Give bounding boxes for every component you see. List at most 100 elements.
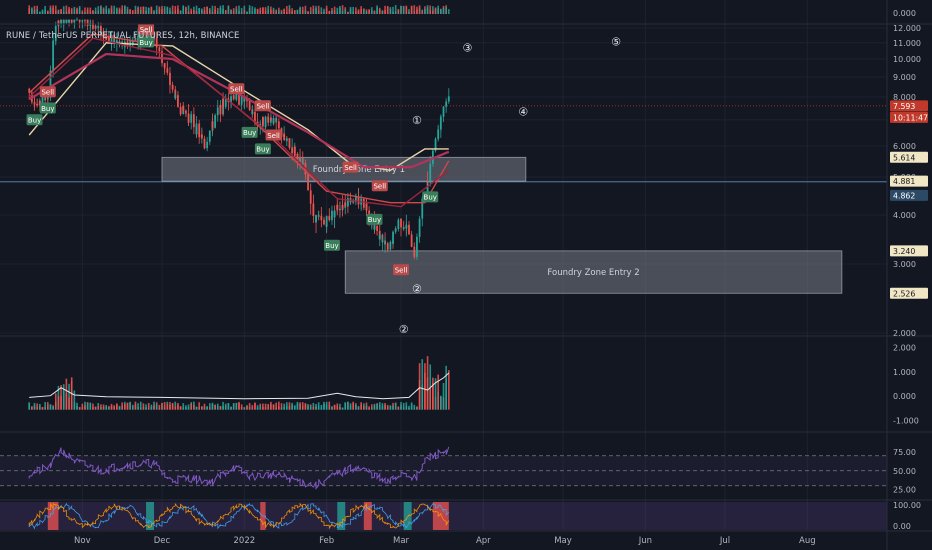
buy-signal-label: Buy xyxy=(26,114,43,126)
axis-tick-label: 12.000 xyxy=(893,24,921,33)
volume-bar xyxy=(230,406,232,410)
mini-bar xyxy=(352,6,355,14)
candle-body xyxy=(333,210,336,218)
mini-bar xyxy=(424,9,426,14)
candle-body xyxy=(346,198,349,207)
volume-bar xyxy=(352,401,355,410)
candle-body xyxy=(97,26,100,28)
candle-body xyxy=(429,163,432,180)
mini-bar xyxy=(301,6,304,14)
candle-body xyxy=(336,204,339,210)
mini-bar xyxy=(413,5,416,14)
volume-bar xyxy=(426,377,429,410)
candle-body xyxy=(283,133,286,141)
mini-bar xyxy=(251,10,254,14)
candle-body xyxy=(426,181,429,183)
candle-body xyxy=(352,201,355,203)
volume-bar xyxy=(416,407,418,410)
volume-bar xyxy=(118,405,121,410)
mini-bar xyxy=(248,5,251,14)
mini-bar xyxy=(336,11,339,14)
trading-chart[interactable]: Foundry Zone Entry 1Foundry Zone Entry 2… xyxy=(0,0,932,550)
mini-bar xyxy=(116,8,118,14)
axis-tick-label: 0.00 xyxy=(893,522,911,531)
wave-count-label: ③ xyxy=(462,42,472,55)
mini-bar xyxy=(360,6,362,14)
candle-body xyxy=(203,143,206,149)
volume-bar xyxy=(33,402,36,410)
volume-bar xyxy=(57,395,60,410)
volume-bar xyxy=(89,402,92,410)
signal-text: Sell xyxy=(41,89,54,97)
mini-bar xyxy=(232,8,235,14)
volume-bar xyxy=(251,405,254,410)
mini-bar xyxy=(315,8,317,14)
volume-bar xyxy=(246,406,248,410)
axis-tick-label: 0.000 xyxy=(893,392,916,401)
volume-bar xyxy=(78,406,81,410)
mini-bar xyxy=(381,10,384,14)
mini-bar xyxy=(344,9,347,14)
mini-bar xyxy=(286,11,288,14)
mini-bar xyxy=(216,11,219,14)
candle-body xyxy=(447,96,450,102)
volume-bar xyxy=(179,406,182,410)
mini-bar xyxy=(31,7,33,14)
mini-bar xyxy=(158,6,161,14)
candle-body xyxy=(243,98,246,102)
candle-body xyxy=(60,19,62,21)
volume-bar xyxy=(248,403,251,410)
volume-bar xyxy=(52,406,54,410)
volume-bars xyxy=(28,356,450,410)
candle-body xyxy=(78,20,81,22)
candle-body xyxy=(248,108,251,110)
mini-bar xyxy=(102,8,105,14)
volume-bar xyxy=(336,403,339,410)
x-axis-tick-label: Mar xyxy=(393,536,410,546)
buy-signal-label: Buy xyxy=(422,191,439,203)
volume-bar xyxy=(147,402,150,410)
mini-bar xyxy=(219,5,222,15)
candle-body xyxy=(373,225,376,230)
volume-bar xyxy=(421,359,424,410)
mini-bar xyxy=(437,5,439,14)
candle-body xyxy=(190,114,193,116)
volume-bar xyxy=(195,407,198,410)
volume-bar xyxy=(49,404,52,410)
volume-bar xyxy=(301,402,304,410)
volume-bar xyxy=(124,403,126,410)
mini-bar xyxy=(370,7,373,14)
mini-bar xyxy=(97,6,100,14)
candle-body xyxy=(222,98,224,107)
candle-body xyxy=(208,130,211,137)
price-badge: 4.862 xyxy=(890,189,928,201)
signal-text: Sell xyxy=(267,132,280,140)
volume-bar xyxy=(288,405,291,410)
candle-body xyxy=(394,228,397,230)
mini-bar xyxy=(280,11,283,14)
mini-bar xyxy=(155,5,158,14)
mini-bar xyxy=(68,6,70,14)
mini-bar xyxy=(81,10,84,14)
mini-bar xyxy=(193,9,195,14)
mini-bar xyxy=(70,7,73,14)
mini-bar xyxy=(89,10,92,14)
volume-bar xyxy=(296,401,299,410)
volume-bar xyxy=(28,402,31,410)
candle-body xyxy=(312,204,315,217)
candle-body xyxy=(384,243,386,245)
sell-signal-label: Sell xyxy=(265,129,282,141)
candle-body xyxy=(293,146,296,156)
candle-body xyxy=(169,81,171,85)
volume-bar xyxy=(158,404,161,410)
sell-signal-label: Sell xyxy=(228,83,245,95)
mini-bar xyxy=(203,10,206,14)
volume-bar xyxy=(357,405,360,410)
volume-bar xyxy=(163,402,166,410)
mini-bar xyxy=(39,11,41,14)
candle-body xyxy=(94,25,97,27)
volume-bar xyxy=(76,406,78,410)
candle-body xyxy=(179,110,182,115)
mini-bar xyxy=(47,10,49,14)
mini-bar xyxy=(134,9,137,14)
